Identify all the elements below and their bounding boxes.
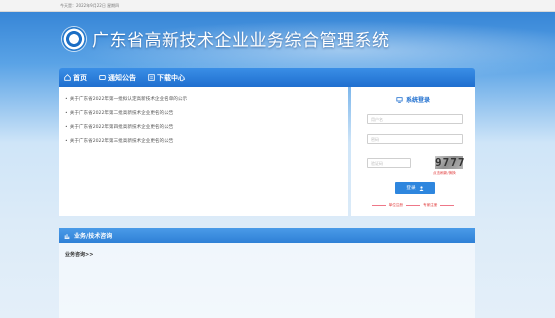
login-button-label: 登录: [406, 186, 416, 191]
nav-item-download[interactable]: 下载中心: [148, 68, 185, 87]
date-text: 今天是：2022年9月22日 星期四: [60, 3, 120, 8]
news-item[interactable]: 关于广东省2022年第四批高新技术企业更名的公告: [65, 123, 174, 133]
register-links: 单位注册 专家注册: [351, 203, 475, 208]
consult-label[interactable]: 业务咨询>>: [65, 251, 93, 258]
chart-icon: [64, 233, 70, 239]
nav-item-notice[interactable]: 通知公告: [99, 68, 136, 87]
download-icon: [148, 74, 155, 81]
main-navbar: 首页 通知公告 下载中心: [59, 68, 475, 87]
expert-register-link[interactable]: 专家注册: [423, 203, 437, 208]
username-input[interactable]: [367, 114, 463, 124]
consult-body: 业务咨询>>: [59, 243, 475, 318]
nav-item-label: 下载中心: [157, 73, 185, 82]
password-input[interactable]: [367, 134, 463, 144]
home-icon: [64, 74, 71, 81]
login-title-label: 系统登录: [405, 97, 430, 104]
logo-icon: [62, 27, 86, 51]
nav-item-home[interactable]: 首页: [64, 68, 87, 87]
system-title: 广东省高新技术企业业务综合管理系统: [92, 31, 390, 51]
monitor-icon: [396, 96, 403, 103]
divider: [406, 205, 420, 206]
user-icon: [419, 185, 424, 191]
news-item[interactable]: 关于广东省2022年第一批拟认定高新技术企业名单的公示: [65, 95, 187, 105]
captcha-input[interactable]: [367, 158, 411, 168]
captcha-image[interactable]: 9777: [435, 156, 465, 169]
notice-icon: [99, 74, 106, 81]
consult-header: 业务/技术咨询: [59, 228, 475, 243]
news-panel: 关于广东省2022年第一批拟认定高新技术企业名单的公示 关于广东省2022年第二…: [59, 87, 348, 216]
consult-title: 业务/技术咨询: [74, 233, 113, 240]
nav-item-label: 首页: [73, 73, 87, 82]
news-item[interactable]: 关于广东省2022年第二批高新技术企业更名的公告: [65, 109, 174, 119]
divider: [440, 205, 455, 206]
captcha-refresh-link[interactable]: 点击刷新/换换: [433, 171, 456, 176]
login-button[interactable]: 登录: [395, 182, 435, 194]
login-panel: 系统登录 9777 点击刷新/换换 登录 单位注册 专家注册: [351, 87, 475, 216]
divider: [371, 205, 386, 206]
nav-item-label: 通知公告: [108, 73, 136, 82]
login-title: 系统登录: [351, 95, 475, 104]
top-bar: 今天是：2022年9月22日 星期四: [0, 0, 555, 12]
unit-register-link[interactable]: 单位注册: [389, 203, 403, 208]
news-item[interactable]: 关于广东省2022年第三批高新技术企业更名的公告: [65, 137, 174, 147]
